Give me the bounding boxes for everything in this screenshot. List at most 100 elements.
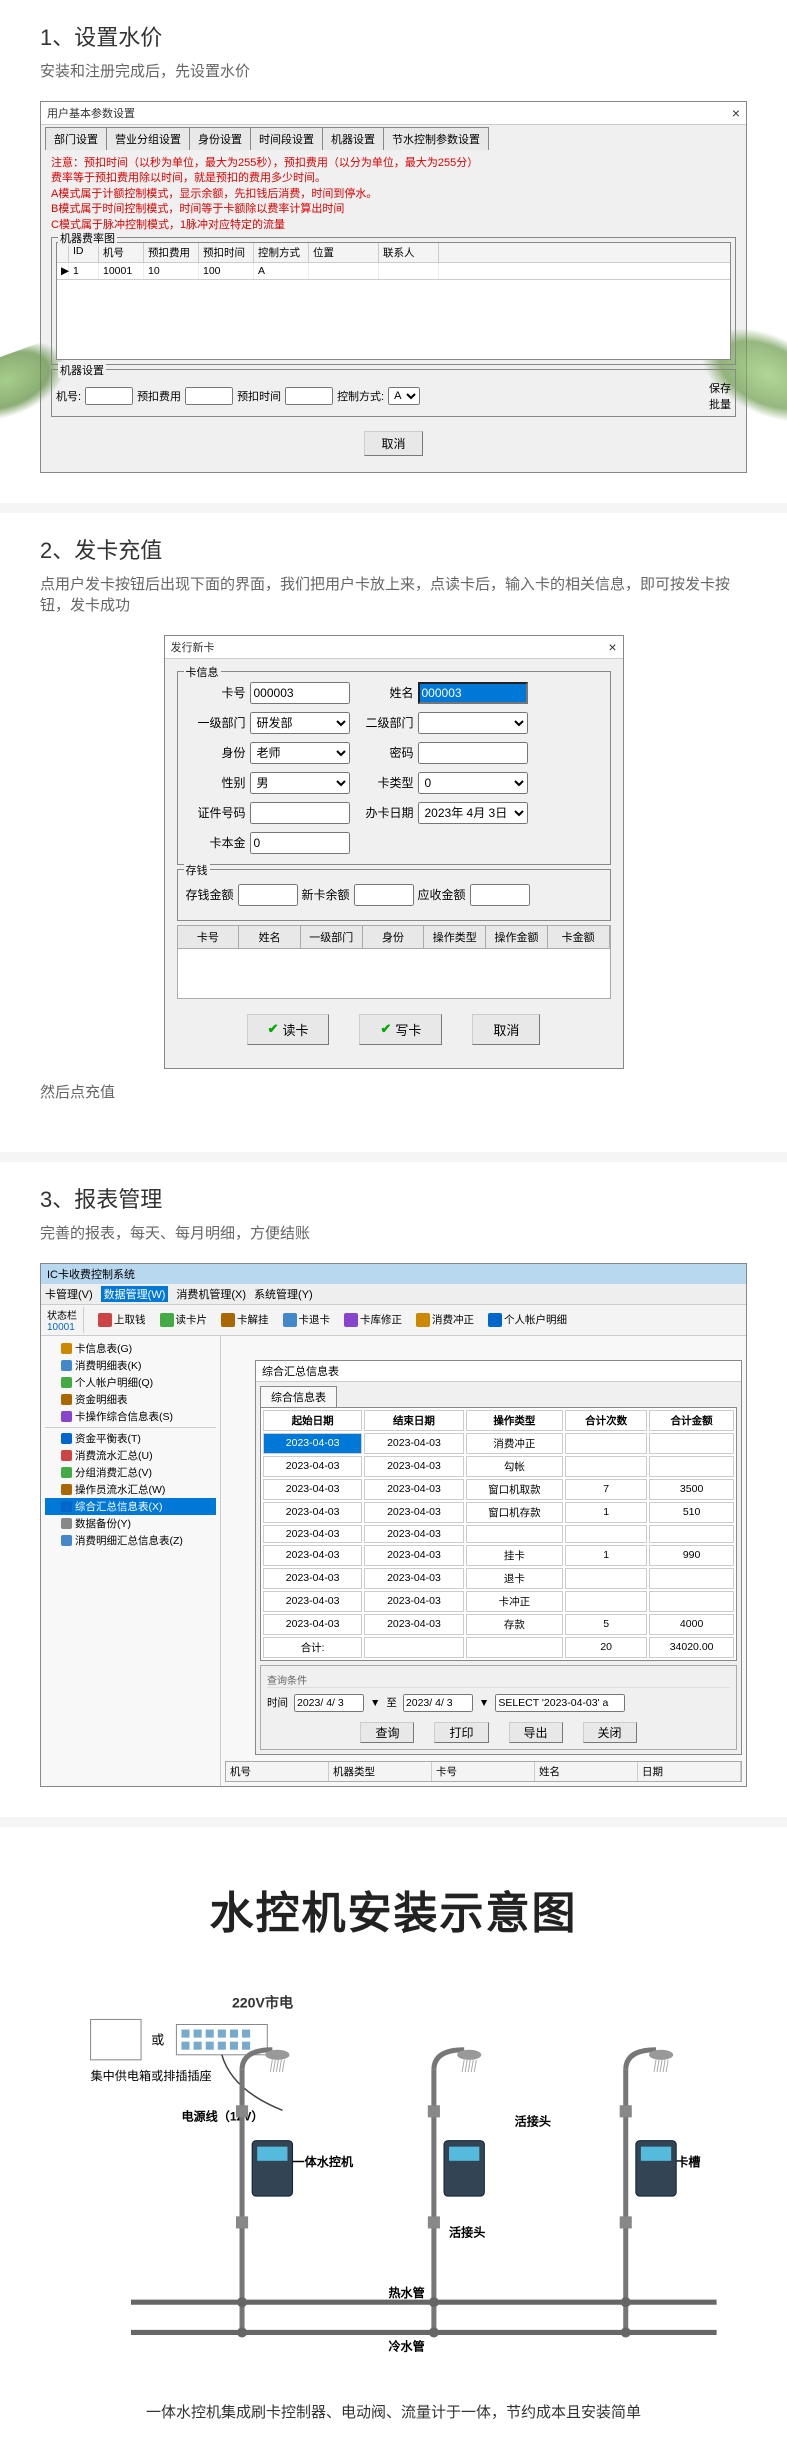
svg-text:卡槽: 卡槽	[676, 2154, 700, 2169]
tree-item[interactable]: 综合汇总信息表(X)	[45, 1498, 216, 1515]
tree-item[interactable]: 数据备份(Y)	[45, 1515, 216, 1532]
svg-text:活接头: 活接头	[449, 2224, 485, 2239]
dialog-tab[interactable]: 部门设置	[45, 127, 106, 150]
svg-text:电源线（12V）: 电源线（12V）	[181, 2108, 263, 2123]
control-mode-select[interactable]: A	[388, 387, 420, 405]
menu-item[interactable]: 卡管理(V)	[45, 1286, 93, 1302]
section2-after: 然后点充值	[40, 1081, 747, 1102]
dialog-tab[interactable]: 机器设置	[322, 127, 383, 150]
section2-title: 2、发卡充值	[40, 533, 747, 565]
identity-select[interactable]: 老师	[250, 742, 350, 764]
date-to-input[interactable]	[403, 1694, 473, 1712]
tree-item[interactable]: 分组消费汇总(V)	[45, 1464, 216, 1481]
menu-item[interactable]: 消费机管理(X)	[176, 1286, 246, 1302]
issue-date-select[interactable]: 2023年 4月 3日	[418, 802, 528, 824]
svg-text:或: 或	[151, 2033, 164, 2048]
关闭-button[interactable]: 关闭	[583, 1722, 637, 1743]
report-title: 综合汇总信息表	[256, 1361, 741, 1382]
tree-item[interactable]: 资金明细表	[45, 1391, 216, 1408]
machine-no-input[interactable]	[85, 387, 133, 405]
prepaid-time-input[interactable]	[285, 387, 333, 405]
toolbar-item[interactable]: 读卡片	[160, 1312, 208, 1327]
toolbar: 状态栏 10001 上取钱读卡片卡解挂卡退卡卡库修正消费冲正个人帐户明细	[41, 1305, 746, 1336]
ic-card-app: IC卡收费控制系统 卡管理(V) 数据管理(W) 消费机管理(X) 系统管理(Y) 状…	[40, 1263, 747, 1787]
cancel-button[interactable]: 取消	[364, 431, 422, 456]
toolbar-item[interactable]: 卡退卡	[283, 1312, 331, 1327]
toolbar-item[interactable]: 消费冲正	[416, 1312, 474, 1327]
write-card-button[interactable]: ✔写卡	[359, 1014, 442, 1045]
svg-text:一体水控机: 一体水控机	[293, 2154, 354, 2169]
diagram-caption: 一体水控机集成刷卡控制器、电动阀、流量计于一体，节约成本且安装简单	[30, 2401, 757, 2422]
app-title: IC卡收费控制系统	[41, 1264, 746, 1284]
name-input[interactable]	[418, 682, 528, 704]
dept2-select[interactable]	[418, 712, 528, 734]
card-no-input[interactable]	[250, 682, 350, 704]
打印-button[interactable]: 打印	[434, 1722, 488, 1743]
read-card-button[interactable]: ✔读卡	[247, 1014, 330, 1045]
grid-header: ID机号预扣费用预扣时间控制方式位置联系人	[57, 243, 730, 263]
report-tab[interactable]: 综合信息表	[260, 1386, 337, 1407]
dialog-tab[interactable]: 时间段设置	[250, 127, 322, 150]
toolbar-item[interactable]: 卡库修正	[344, 1312, 402, 1327]
dialog-tab[interactable]: 节水控制参数设置	[383, 127, 489, 150]
password-input[interactable]	[418, 742, 528, 764]
section3-desc: 完善的报表，每天、每月明细，方便结账	[40, 1222, 747, 1243]
导出-button[interactable]: 导出	[509, 1722, 563, 1743]
tree-item[interactable]: 卡信息表(G)	[45, 1340, 216, 1357]
dialog-tabs: 部门设置营业分组设置身份设置时间段设置机器设置节水控制参数设置	[41, 125, 746, 150]
dept1-select[interactable]: 研发部	[250, 712, 350, 734]
toolbar-item[interactable]: 上取钱	[98, 1312, 146, 1327]
card-table-body	[177, 949, 611, 999]
rate-fieldset: 机器费率图 ID机号预扣费用预扣时间控制方式位置联系人 ▶11000110100…	[51, 237, 736, 365]
section1-title: 1、设置水价	[40, 20, 747, 52]
section3-title: 3、报表管理	[40, 1182, 747, 1214]
tree-panel: 卡信息表(G)消费明细表(K)个人帐户明细(Q)资金明细表卡操作综合信息表(S)…	[41, 1336, 221, 1786]
warning-text: 注意：预扣时间（以秒为单位，最大为255秒），预扣费用（以分为单位，最大为255…	[51, 156, 736, 233]
report-window: 综合汇总信息表 综合信息表 起始日期结束日期操作类型合计次数合计金额2023-0…	[255, 1360, 742, 1755]
tree-item[interactable]: 消费流水汇总(U)	[45, 1447, 216, 1464]
issue-card-dialog: 发行新卡 × 卡信息 卡号 姓名 一级部门 研发部 二级部门 身份 老师 密码	[164, 635, 624, 1069]
deposit-amount-input[interactable]	[238, 884, 298, 906]
menubar: 卡管理(V) 数据管理(W) 消费机管理(X) 系统管理(Y)	[41, 1284, 746, 1305]
tree-item[interactable]: 操作员流水汇总(W)	[45, 1481, 216, 1498]
id-no-input[interactable]	[250, 802, 350, 824]
section-3-reports: 3、报表管理 完善的报表，每天、每月明细，方便结账 IC卡收费控制系统 卡管理(…	[0, 1162, 787, 1817]
sql-input[interactable]	[495, 1694, 625, 1712]
tree-item[interactable]: 消费明细汇总信息表(Z)	[45, 1532, 216, 1549]
tree-item[interactable]: 资金平衡表(T)	[45, 1430, 216, 1447]
principal-input[interactable]	[250, 832, 350, 854]
menu-item[interactable]: 系统管理(Y)	[254, 1286, 313, 1302]
card-table-header: 卡号姓名一级部门身份操作类型操作金额卡金额	[177, 925, 611, 949]
svg-text:220V市电: 220V市电	[232, 1994, 293, 2010]
new-balance-input[interactable]	[354, 884, 414, 906]
toolbar-item[interactable]: 卡解挂	[221, 1312, 269, 1327]
svg-text:集中供电箱或排插插座: 集中供电箱或排插插座	[91, 2068, 212, 2083]
receivable-input[interactable]	[470, 884, 530, 906]
report-table: 起始日期结束日期操作类型合计次数合计金额2023-04-032023-04-03…	[260, 1407, 737, 1661]
menu-item[interactable]: 数据管理(W)	[101, 1286, 169, 1302]
cancel-button[interactable]: 取消	[472, 1014, 540, 1045]
installation-diagram: 220V市电 或 集中供电箱或排插插座 电源线（12V）	[30, 1981, 757, 2381]
diagram-title: 水控机安装示意图	[30, 1877, 757, 1941]
close-icon[interactable]: ×	[608, 639, 616, 655]
toolbar-item[interactable]: 个人帐户明细	[488, 1312, 567, 1327]
dialog-title: 用户基本参数设置	[47, 105, 135, 121]
section2-desc: 点用户发卡按钮后出现下面的界面，我们把用户卡放上来，点读卡后，输入卡的相关信息，…	[40, 573, 747, 615]
date-from-input[interactable]	[294, 1694, 364, 1712]
tree-item[interactable]: 消费明细表(K)	[45, 1357, 216, 1374]
gender-select[interactable]: 男	[250, 772, 350, 794]
batch-button[interactable]: 批量	[709, 396, 731, 412]
tree-item[interactable]: 个人帐户明细(Q)	[45, 1374, 216, 1391]
query-bar: 查询条件 时间 ▼ 至 ▼ 查询打印导出关闭	[260, 1665, 737, 1750]
dialog-title: 发行新卡	[171, 639, 215, 655]
close-icon[interactable]: ×	[732, 105, 740, 121]
grid-row: ▶11000110100A	[57, 263, 730, 279]
card-type-select[interactable]: 0	[418, 772, 528, 794]
dialog-tab[interactable]: 营业分组设置	[106, 127, 189, 150]
dialog-tab[interactable]: 身份设置	[189, 127, 250, 150]
save-button[interactable]: 保存	[709, 380, 731, 396]
查询-button[interactable]: 查询	[360, 1722, 414, 1743]
section1-desc: 安装和注册完成后，先设置水价	[40, 60, 747, 81]
tree-item[interactable]: 卡操作综合信息表(S)	[45, 1408, 216, 1425]
prepaid-fee-input[interactable]	[185, 387, 233, 405]
